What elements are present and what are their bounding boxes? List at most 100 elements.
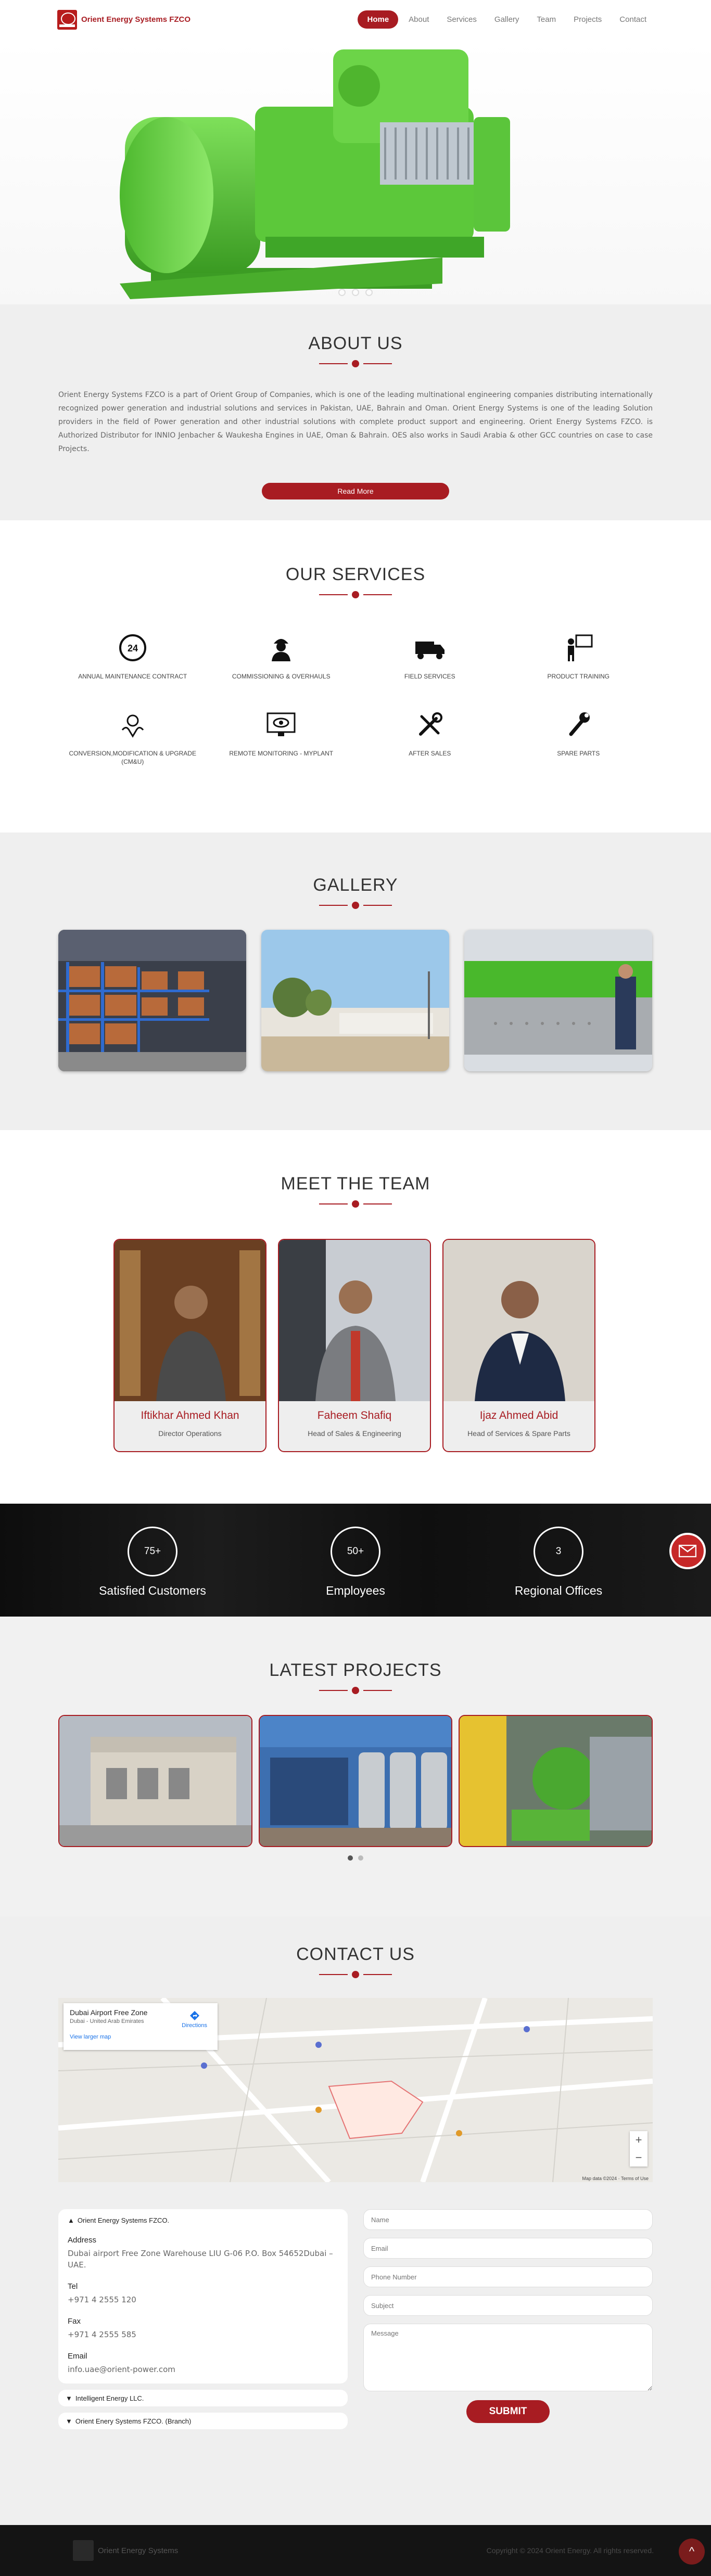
service-item[interactable]: SPARE PARTS — [504, 707, 653, 766]
project-image[interactable] — [459, 1715, 653, 1847]
gallery-image-building[interactable] — [261, 930, 449, 1071]
hero-pagination — [0, 289, 711, 296]
office-tel: Tel +971 4 2555 120 — [68, 2282, 136, 2304]
team-card[interactable]: Ijaz Ahmed Abid Head of Services & Spare… — [442, 1239, 595, 1452]
main-nav: Home About Services Gallery Team Project… — [358, 10, 654, 29]
copyright-text: Copyright © 2024 Orient Energy. All righ… — [486, 2546, 654, 2555]
office-panel-intelligent-energy[interactable]: ▼ Intelligent Energy LLC. — [58, 2390, 348, 2406]
training-icon — [560, 630, 596, 666]
view-larger-map-link[interactable]: View larger map — [70, 2034, 211, 2040]
service-item[interactable]: 24 ANNUAL MAINTENANCE CONTRACT — [58, 630, 207, 681]
read-more-button[interactable]: Read More — [262, 483, 449, 499]
service-item[interactable]: CONVERSION,MODIFICATION & UPGRADE (CM&U) — [58, 707, 207, 766]
gallery-image-engine-hall[interactable] — [464, 930, 652, 1071]
directions-link[interactable]: Directions — [182, 2010, 207, 2029]
service-item[interactable]: REMOTE MONITORING - MYPLANT — [207, 707, 356, 766]
email-input[interactable] — [363, 2238, 653, 2259]
stat-label: Employees — [326, 1584, 385, 1597]
location-map[interactable]: Dubai Airport Free Zone Dubai - United A… — [58, 1998, 653, 2182]
nav-contact[interactable]: Contact — [612, 10, 654, 29]
project-image[interactable] — [58, 1715, 252, 1847]
project-dot-1[interactable] — [348, 1855, 353, 1861]
service-label: REMOTE MONITORING - MYPLANT — [229, 750, 334, 757]
submit-button[interactable]: SUBMIT — [466, 2400, 550, 2423]
office-address: Address Dubai airport Free Zone Warehous… — [68, 2236, 333, 2270]
service-label: FIELD SERVICES — [404, 673, 455, 680]
24h-clock-icon: 24 — [115, 630, 151, 666]
title-divider — [319, 902, 392, 909]
member-photo — [279, 1240, 430, 1401]
office-panel-header[interactable]: ▲ Orient Energy Systems FZCO. — [68, 2216, 338, 2224]
caret-up-icon: ▲ — [68, 2216, 74, 2224]
scroll-to-top-button[interactable]: ^ — [679, 2539, 705, 2565]
message-textarea[interactable] — [363, 2324, 653, 2391]
nav-team[interactable]: Team — [529, 10, 563, 29]
service-label: COMMISSIONING & OVERHAULS — [232, 673, 331, 680]
map-info-card: Dubai Airport Free Zone Dubai - United A… — [64, 2003, 218, 2050]
title-divider — [319, 1687, 392, 1694]
map-attribution: Map data ©2024 · Terms of Use — [582, 2176, 649, 2181]
hero-slider — [0, 39, 711, 304]
service-label: ANNUAL MAINTENANCE CONTRACT — [78, 673, 187, 680]
subject-input[interactable] — [363, 2295, 653, 2316]
member-photo — [115, 1240, 265, 1401]
mail-icon[interactable] — [669, 1533, 706, 1569]
team-card[interactable]: Faheem Shafiq Head of Sales & Engineerin… — [278, 1239, 431, 1452]
nav-home[interactable]: Home — [358, 10, 399, 29]
nav-services[interactable]: Services — [439, 10, 484, 29]
service-item[interactable]: FIELD SERVICES — [355, 630, 504, 681]
navbar: Orient Energy Systems FZCO Home About Se… — [0, 0, 711, 39]
service-item[interactable]: PRODUCT TRAINING — [504, 630, 653, 681]
office-fax: Fax +971 4 2555 585 — [68, 2317, 136, 2339]
project-dot-2[interactable] — [358, 1855, 363, 1861]
team-card[interactable]: Iftikhar Ahmed Khan Director Operations — [113, 1239, 266, 1452]
hero-dot-1[interactable] — [338, 289, 346, 296]
name-input[interactable] — [363, 2209, 653, 2230]
office-panel-branch[interactable]: ▼ Orient Enery Systems FZCO. (Branch) — [58, 2413, 348, 2429]
orient-logo — [57, 9, 77, 30]
stat-value: 3 — [534, 1527, 583, 1577]
service-item[interactable]: COMMISSIONING & OVERHAULS — [207, 630, 356, 681]
contact-form: SUBMIT — [363, 2209, 653, 2436]
contact-title: CONTACT US — [296, 1944, 415, 1964]
member-role: Director Operations — [158, 1429, 222, 1438]
office-panel-open: ▲ Orient Energy Systems FZCO. Address Du… — [58, 2209, 348, 2383]
stat-item: 75+ Satisfied Customers — [51, 1504, 254, 1617]
services-section: OUR SERVICES 24 ANNUAL MAINTENANCE CONTR… — [0, 520, 711, 832]
nav-projects[interactable]: Projects — [566, 10, 609, 29]
spanner-icon — [560, 707, 596, 743]
brand[interactable]: Orient Energy Systems FZCO — [57, 9, 191, 30]
service-label: AFTER SALES — [409, 750, 451, 757]
service-item[interactable]: AFTER SALES — [355, 707, 504, 766]
footer-brand[interactable]: Orient Energy Systems — [73, 2540, 178, 2561]
about-text: Orient Energy Systems FZCO is a part of … — [58, 391, 653, 453]
chevron-up-icon: ^ — [689, 2545, 695, 2558]
projects-section: LATEST PROJECTS — [0, 1617, 711, 1916]
gallery-row — [58, 930, 653, 1071]
offices-accordion: ▲ Orient Energy Systems FZCO. Address Du… — [58, 2209, 348, 2436]
title-divider — [319, 1200, 392, 1208]
contact-section: CONTACT US Dubai Airport Free Zone Dubai… — [0, 1916, 711, 2525]
footer-logo — [73, 2540, 94, 2561]
service-label: PRODUCT TRAINING — [547, 673, 610, 680]
hero-dot-3[interactable] — [365, 289, 373, 296]
about-title: ABOUT US — [308, 334, 403, 353]
stat-item: 3 Regional Offices — [457, 1504, 660, 1617]
services-grid: 24 ANNUAL MAINTENANCE CONTRACT COMMISSIO… — [58, 630, 653, 766]
nav-gallery[interactable]: Gallery — [487, 10, 527, 29]
phone-input[interactable] — [363, 2266, 653, 2287]
member-role: Head of Services & Spare Parts — [467, 1429, 570, 1438]
gallery-image-warehouse[interactable] — [58, 930, 246, 1071]
caret-down-icon: ▼ — [66, 2417, 72, 2425]
zoom-in-button[interactable]: + — [630, 2131, 647, 2149]
stat-item: 50+ Employees — [254, 1504, 457, 1617]
title-divider — [319, 1971, 392, 1978]
project-image[interactable] — [258, 1715, 453, 1847]
hero-engine-image — [120, 49, 510, 299]
hero-dot-2[interactable] — [352, 289, 359, 296]
brand-name: Orient Energy Systems FZCO — [81, 15, 191, 24]
nav-about[interactable]: About — [401, 10, 436, 29]
member-name: Iftikhar Ahmed Khan — [141, 1409, 239, 1421]
zoom-out-button[interactable]: − — [630, 2149, 647, 2167]
gallery-title: GALLERY — [313, 875, 398, 895]
